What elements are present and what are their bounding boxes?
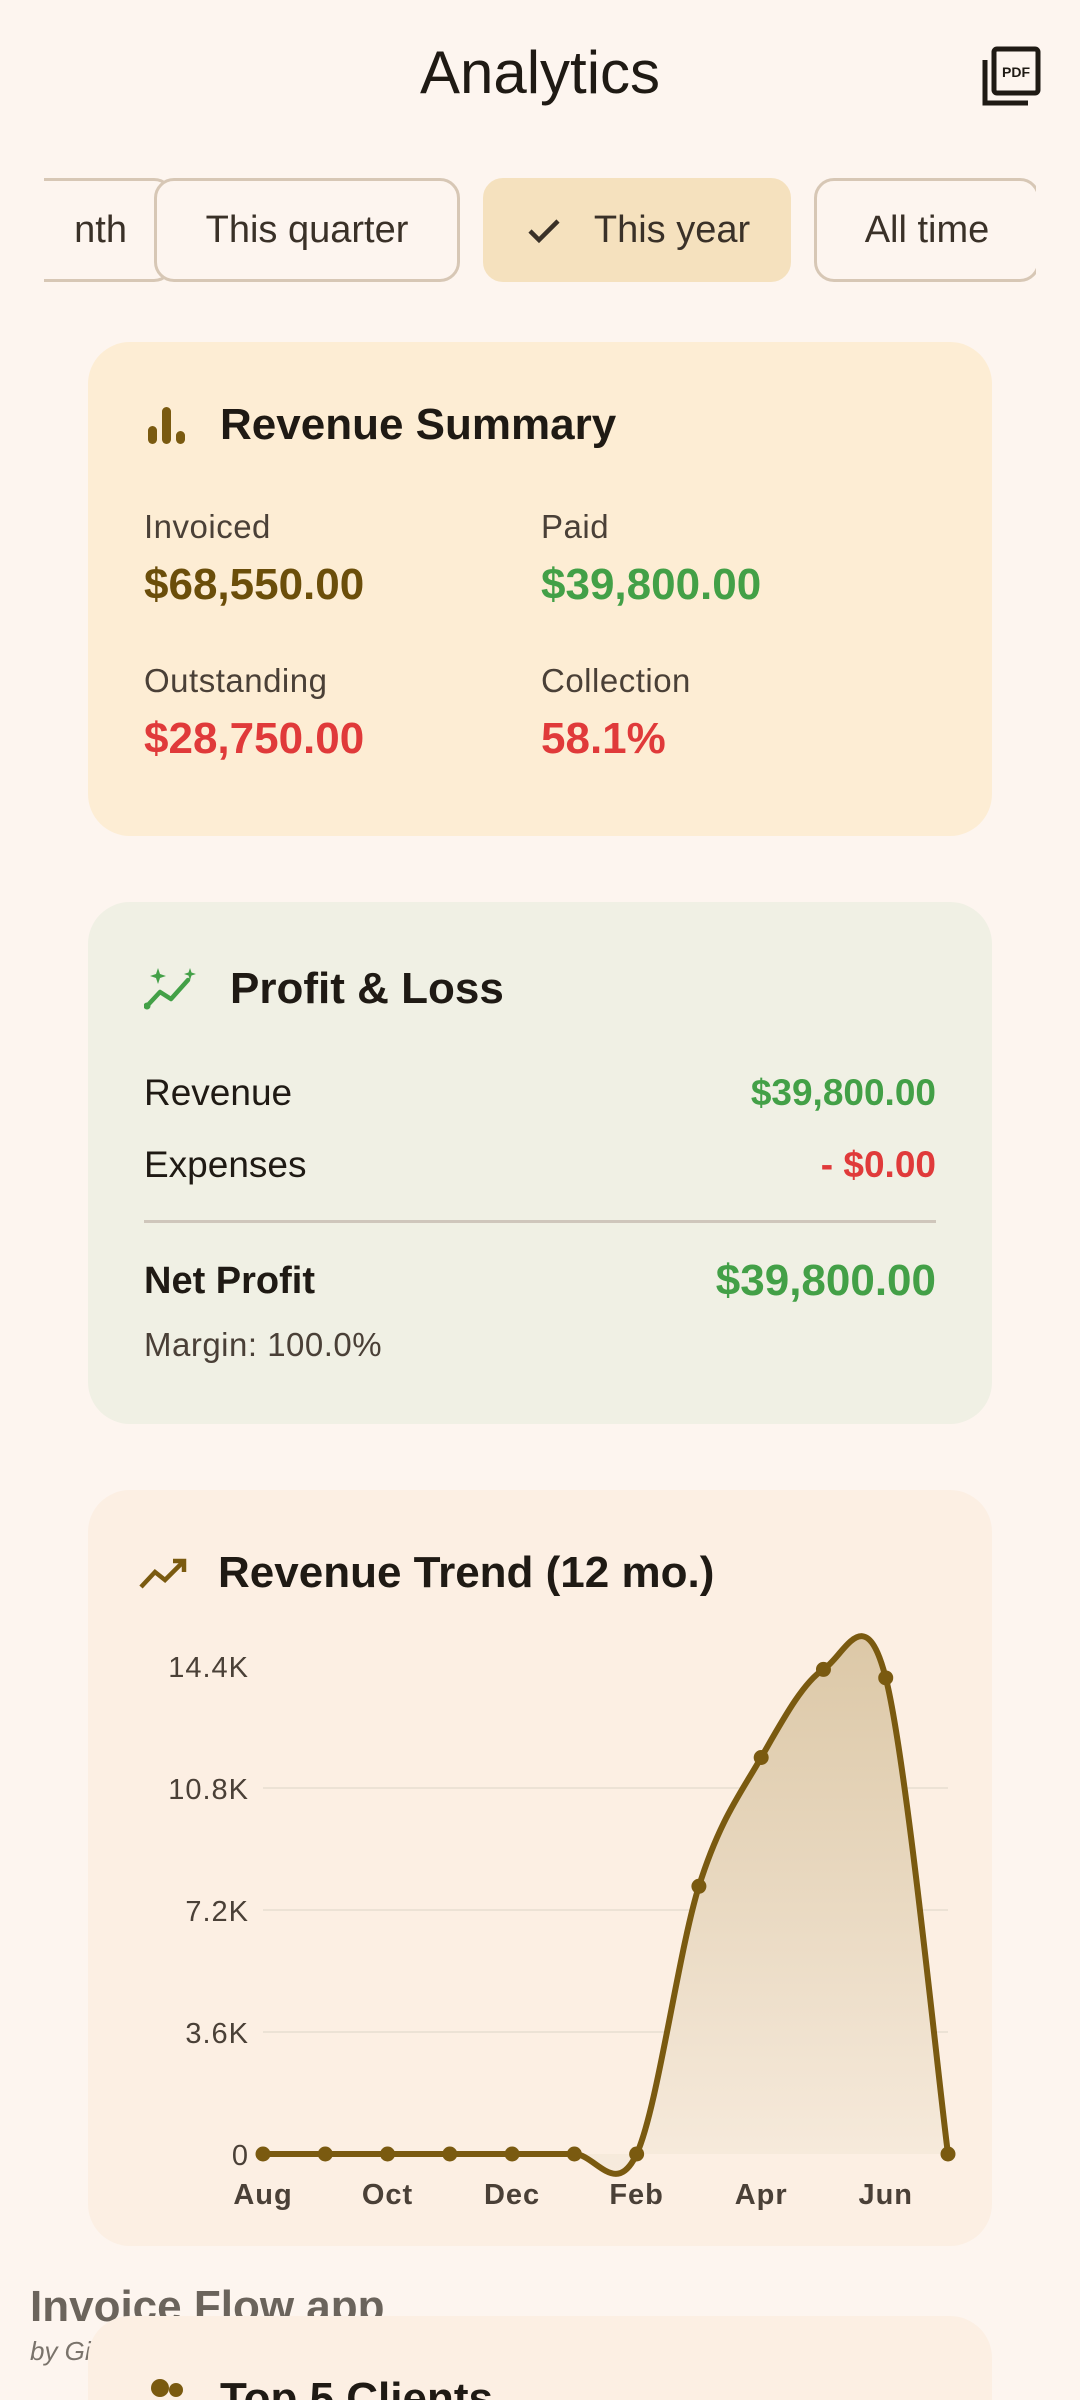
data-point [442, 2146, 458, 2162]
chip-this-quarter[interactable]: This quarter [154, 178, 460, 282]
metric-label: Paid [541, 508, 610, 545]
period-filter-chips: nth This quarter This year All time [44, 178, 1036, 284]
app-bar: Analytics PDF [0, 0, 1080, 150]
card-title: Revenue Summary [220, 400, 617, 449]
x-tick-label: Feb [609, 2179, 664, 2211]
card-title: Profit & Loss [230, 964, 504, 1013]
chip-label: All time [864, 208, 990, 251]
metric-collection: Collection 58.1% [541, 662, 691, 764]
metric-label: Outstanding [144, 662, 328, 699]
revenue-summary-card: Revenue Summary Invoiced $68,550.00 Paid… [88, 342, 992, 836]
card-title: Top 5 Clients [220, 2374, 493, 2400]
pl-row-revenue: Revenue $39,800.00 [144, 1072, 936, 1114]
sparkle-trend-icon [144, 968, 196, 1010]
y-tick-label: 14.4K [168, 1652, 249, 1684]
chip-label: This quarter [205, 208, 409, 251]
divider [144, 1220, 936, 1223]
chip-this-year[interactable]: This year [483, 178, 791, 282]
data-point [753, 1750, 769, 1765]
x-tick-label: Apr [735, 2179, 788, 2211]
data-point [878, 1670, 894, 1686]
svg-text:PDF: PDF [1002, 64, 1030, 80]
pl-label: Revenue [144, 1072, 293, 1113]
pdf-export-button[interactable]: PDF [980, 46, 1042, 108]
card-header: Top 5 Clients [144, 2374, 493, 2400]
data-point [255, 2146, 271, 2162]
metric-label: Invoiced [144, 508, 271, 545]
metric-value: 58.1% [541, 714, 666, 763]
metric-value: $68,550.00 [144, 560, 365, 609]
x-tick-label: Jun [858, 2179, 913, 2211]
page-title: Analytics [419, 39, 661, 106]
x-tick-label: Dec [484, 2179, 540, 2211]
chip-label: This year [593, 208, 751, 251]
pl-row-net-profit: Net Profit $39,800.00 [144, 1256, 936, 1306]
data-point [815, 1661, 831, 1677]
chip-all-time[interactable]: All time [814, 178, 1036, 282]
data-point [380, 2146, 396, 2162]
check-icon [528, 219, 560, 244]
people-icon [151, 2379, 183, 2397]
y-tick-label: 3.6K [185, 2018, 249, 2050]
metric-value: $28,750.00 [144, 714, 365, 763]
revenue-trend-chart: 0 3.6K 7.2K 10.8K 14.4K Aug Oct Dec Feb Apr Jun [168, 1633, 956, 2211]
metric-paid: Paid $39,800.00 [541, 508, 761, 610]
metric-label: Collection [541, 662, 691, 699]
pl-value: $39,800.00 [750, 1072, 936, 1113]
x-tick-label: Aug [233, 2179, 292, 2211]
x-tick-label: Oct [362, 2179, 413, 2211]
pl-row-expenses: Expenses - $0.00 [144, 1144, 936, 1186]
top-clients-card: Top 5 Clients [88, 2316, 992, 2400]
pl-label: Expenses [144, 1144, 307, 1185]
data-point [691, 1878, 707, 1894]
pl-value: - $0.00 [820, 1144, 936, 1185]
metric-value: $39,800.00 [541, 560, 762, 609]
card-header: Profit & Loss [144, 964, 504, 1014]
margin-text: Margin: 100.0% [144, 1326, 383, 1363]
data-point [317, 2146, 333, 2162]
data-point [629, 2146, 645, 2162]
y-tick-label: 7.2K [185, 1896, 249, 1928]
data-point [940, 2146, 956, 2162]
pl-label: Net Profit [144, 1259, 315, 1302]
chip-label: nth [74, 208, 127, 251]
y-tick-label: 10.8K [168, 1774, 249, 1806]
data-point [566, 2146, 582, 2162]
metric-outstanding: Outstanding $28,750.00 [144, 662, 364, 764]
pdf-export-icon: PDF [982, 46, 1041, 106]
series-area [263, 1636, 948, 2174]
bar-chart-icon [148, 407, 185, 444]
profit-loss-card: Profit & Loss Revenue $39,800.00 Expense… [88, 902, 992, 1424]
revenue-trend-card: Revenue Trend (12 mo.) 0 3.6K 7.2K 10.8K 14.… [88, 1490, 992, 2246]
metric-invoiced: Invoiced $68,550.00 [144, 508, 364, 610]
y-tick-label: 0 [232, 2140, 249, 2172]
data-point [504, 2146, 520, 2162]
card-header: Revenue Summary [144, 400, 616, 450]
pl-value: $39,800.00 [715, 1256, 936, 1305]
